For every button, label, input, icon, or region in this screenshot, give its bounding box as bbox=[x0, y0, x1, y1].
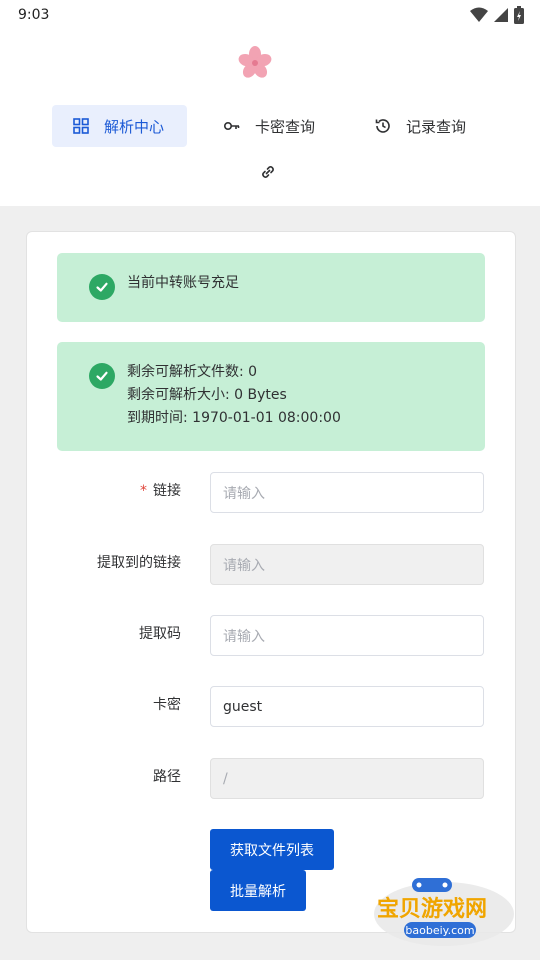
remaining-size: 剩余可解析大小: 0 Bytes bbox=[127, 387, 287, 403]
expire-time: 到期时间: 1970-01-01 08:00:00 bbox=[127, 410, 341, 426]
extracted-link-label: 提取到的链接 bbox=[97, 555, 181, 571]
extracted-link-input: 请输入 bbox=[210, 544, 484, 585]
extract-code-input[interactable]: 请输入 bbox=[210, 615, 484, 656]
history-icon bbox=[374, 117, 392, 135]
batch-parse-button[interactable]: 批量解析 bbox=[210, 870, 306, 911]
required-mark: * bbox=[140, 483, 147, 499]
remaining-files: 剩余可解析文件数: 0 bbox=[127, 364, 258, 380]
grid-icon bbox=[72, 117, 90, 135]
alert-text: 当前中转账号充足 bbox=[127, 275, 239, 291]
quota-info-lines: 剩余可解析文件数: 0 剩余可解析大小: 0 Bytes 到期时间: 1970-… bbox=[127, 361, 341, 430]
battery-icon bbox=[514, 6, 524, 24]
form-row-path: 路径 / bbox=[27, 758, 517, 800]
app-header: 解析中心 卡密查询 记录查询 bbox=[0, 30, 540, 206]
nav-item-record-query[interactable]: 记录查询 bbox=[374, 105, 466, 147]
extract-code-label: 提取码 bbox=[139, 626, 181, 642]
nav-item-parse-center[interactable]: 解析中心 bbox=[52, 105, 187, 147]
key-icon bbox=[223, 117, 241, 135]
check-circle-icon bbox=[89, 363, 115, 389]
form-row-extracted-link: 提取到的链接 请输入 bbox=[27, 544, 517, 586]
check-circle-icon bbox=[89, 274, 115, 300]
card-key-input[interactable]: guest bbox=[210, 686, 484, 727]
nav-item-label: 卡密查询 bbox=[255, 117, 316, 136]
nav-item-label: 记录查询 bbox=[406, 117, 467, 136]
signal-icon bbox=[494, 8, 508, 22]
nav-item-card-query[interactable]: 卡密查询 bbox=[223, 105, 315, 147]
account-status-alert: 当前中转账号充足 bbox=[57, 253, 485, 322]
baobeiy-watermark-logo: 宝贝游戏网 baobeiy.com bbox=[374, 878, 514, 946]
svg-text:baobeiy.com: baobeiy.com bbox=[405, 924, 474, 937]
link-input[interactable]: 请输入 bbox=[210, 472, 484, 513]
quota-info-alert: 剩余可解析文件数: 0 剩余可解析大小: 0 Bytes 到期时间: 1970-… bbox=[57, 342, 485, 451]
status-bar: 9:03 bbox=[0, 0, 540, 30]
form-row-card-key: 卡密 guest bbox=[27, 686, 517, 728]
status-icons bbox=[470, 6, 524, 24]
path-input: / bbox=[210, 758, 484, 799]
nav-item-label: 解析中心 bbox=[104, 117, 165, 136]
form-row-link: * 链接 请输入 bbox=[27, 472, 517, 514]
link-icon[interactable] bbox=[259, 163, 277, 181]
card-key-label: 卡密 bbox=[153, 697, 181, 713]
parse-card: 当前中转账号充足 剩余可解析文件数: 0 剩余可解析大小: 0 Bytes 到期… bbox=[26, 231, 516, 933]
form-row-extract-code: 提取码 请输入 bbox=[27, 615, 517, 657]
main-nav: 解析中心 卡密查询 记录查询 bbox=[0, 105, 540, 147]
sakura-logo-icon bbox=[238, 46, 272, 78]
get-file-list-button[interactable]: 获取文件列表 bbox=[210, 829, 334, 870]
clock: 9:03 bbox=[18, 7, 50, 23]
wifi-icon bbox=[470, 7, 488, 22]
path-label: 路径 bbox=[153, 769, 181, 785]
link-label: * 链接 bbox=[140, 483, 181, 499]
svg-text:宝贝游戏网: 宝贝游戏网 bbox=[377, 896, 487, 922]
